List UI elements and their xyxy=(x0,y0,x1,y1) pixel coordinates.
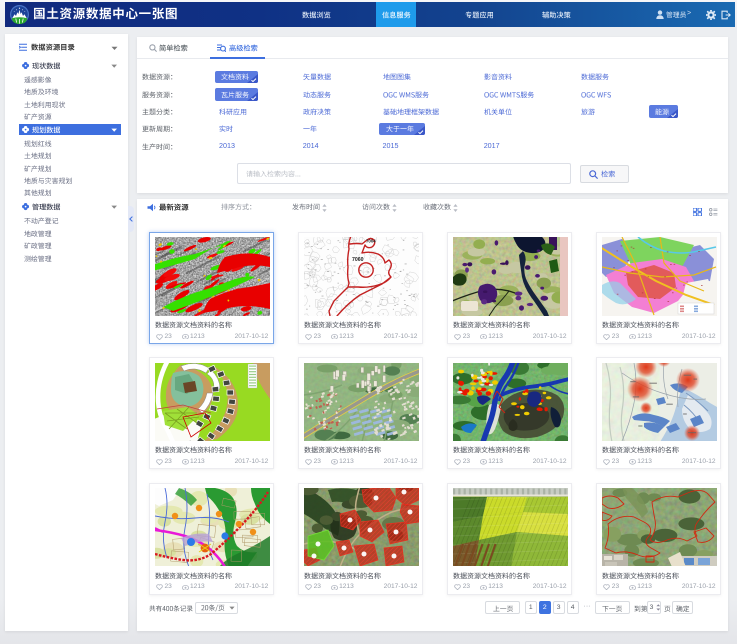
svg-text:7004: 7004 xyxy=(366,239,376,244)
svg-text:7060: 7060 xyxy=(352,257,364,263)
